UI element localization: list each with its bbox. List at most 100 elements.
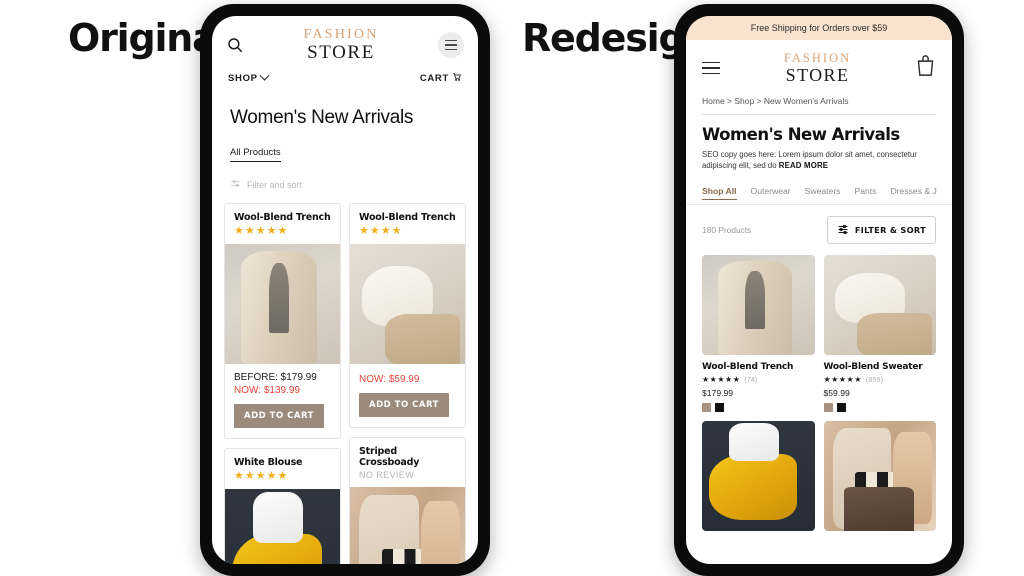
product-card-header: White Blouse ★★★★★ [225, 449, 340, 489]
filter-and-sort-label: Filter and sort [247, 179, 303, 190]
logo-line-1: FASHION [783, 51, 852, 65]
review-count: (859) [865, 375, 884, 385]
original-product-grid: Wool-Blend Trench ★★★★★ BEFORE: $179.99 … [212, 191, 478, 564]
product-rating-stars: ★★★★★ [702, 374, 741, 384]
product-image[interactable] [225, 489, 340, 564]
comparison-stage: Original Redesign FASHION STORE SHOP CAR… [0, 0, 1024, 576]
original-screen: FASHION STORE SHOP CART Women's New Arri… [212, 16, 478, 564]
product-image[interactable] [823, 421, 936, 532]
logo-line-2: STORE [785, 64, 850, 85]
tab-pants[interactable]: Pants [854, 186, 876, 197]
redesign-top-bar: FASHION STORE [686, 40, 952, 90]
product-rating: ★★★★★ (74) [702, 375, 815, 384]
hamburger-bar [445, 44, 457, 46]
product-image[interactable] [350, 487, 465, 564]
hamburger-bar [445, 48, 457, 51]
product-card[interactable]: Wool-Blend Trench ★★★★★ (74) $179.99 [702, 255, 815, 413]
product-image[interactable] [823, 255, 936, 356]
review-count: (74) [744, 375, 758, 385]
logo-line-2: STORE [307, 42, 375, 63]
filter-and-sort-control[interactable]: Filter and sort [212, 162, 478, 191]
product-image[interactable] [225, 244, 340, 364]
nav-shop[interactable]: SHOP [228, 70, 270, 84]
product-image[interactable] [702, 255, 815, 356]
tab-all-products[interactable]: All Products [230, 147, 281, 162]
product-image[interactable] [702, 421, 815, 532]
nav-cart-label: CART [419, 73, 449, 84]
results-bar: 180 Products FILTER & SORT [686, 205, 952, 245]
store-logo[interactable]: FASHION STORE [244, 27, 438, 63]
search-icon[interactable] [226, 36, 244, 54]
add-to-cart-button[interactable]: ADD TO CART [234, 404, 324, 428]
read-more-link[interactable]: READ MORE [779, 161, 828, 170]
hamburger-bar [445, 39, 457, 42]
no-review-label: NO REVIEW [359, 470, 415, 480]
product-name: Wool-Blend Sweater [823, 362, 923, 373]
product-card[interactable]: Striped Crossboady NO REVIEW [349, 437, 466, 564]
product-card[interactable]: Wool-Blend Sweater ★★★★★ (859) $59.99 [823, 255, 937, 413]
store-logo[interactable]: FASHION STORE [720, 52, 915, 84]
nav-cart[interactable]: CART [420, 72, 462, 85]
cart-icon [452, 72, 462, 85]
tab-sweaters[interactable]: Sweaters [805, 186, 841, 197]
product-name: Wool-Blend Trench [702, 362, 794, 373]
product-price: $59.99 [823, 388, 850, 399]
color-swatch-black[interactable] [836, 403, 846, 413]
original-nav-row: SHOP CART [212, 62, 478, 85]
filter-and-sort-button[interactable]: FILTER & SORT [826, 216, 936, 245]
hamburger-icon[interactable] [702, 61, 720, 74]
product-card-body: NOW: $59.99 ADD TO CART [350, 364, 465, 427]
product-price: $179.99 [702, 388, 734, 399]
product-name: White Blouse [234, 457, 303, 468]
tab-outerwear[interactable]: Outerwear [751, 186, 791, 197]
product-name: Striped Crossboady [359, 446, 420, 468]
phone-mockup-original: FASHION STORE SHOP CART Women's New Arri… [200, 4, 490, 576]
price-now: NOW: $139.99 [234, 385, 300, 396]
chevron-down-icon [259, 70, 270, 81]
product-rating-stars: ★★★★★ [234, 225, 289, 237]
promo-banner: Free Shipping for Orders over $59 [686, 16, 952, 40]
product-column-right: Wool-Blend Trench ★★★★ NOW: $59.99 ADD T… [349, 203, 466, 564]
tab-shop-all[interactable]: Shop All [702, 186, 737, 201]
product-column-left: Wool-Blend Trench ★★★★★ BEFORE: $179.99 … [224, 203, 341, 564]
color-swatch-black[interactable] [715, 403, 724, 413]
logo-line-1: FASHION [303, 27, 379, 42]
nav-shop-label: SHOP [228, 73, 258, 84]
product-card[interactable]: Wool-Blend Trench ★★★★★ BEFORE: $179.99 … [224, 203, 341, 439]
product-count: 180 Products [702, 225, 752, 236]
color-swatch-taupe[interactable] [823, 403, 833, 413]
filter-sliders-icon [230, 178, 241, 191]
tab-dresses[interactable]: Dresses & J [890, 186, 936, 197]
product-card[interactable] [823, 421, 936, 532]
filter-sliders-icon [837, 223, 849, 237]
product-card-header: Wool-Blend Trench ★★★★ [350, 204, 465, 244]
color-swatch-taupe[interactable] [702, 403, 711, 413]
product-card[interactable] [702, 421, 815, 532]
shopping-bag-icon[interactable] [915, 54, 936, 82]
hamburger-bar [702, 72, 720, 74]
product-card[interactable]: White Blouse ★★★★★ [224, 448, 341, 564]
filter-and-sort-label: FILTER & SORT [854, 225, 926, 236]
price-now: NOW: $59.99 [359, 374, 420, 385]
breadcrumb[interactable]: Home > Shop > New Women's Arrivals [686, 90, 952, 106]
seo-copy: SEO copy goes here: Lorem ipsum dolor si… [686, 144, 952, 172]
hamburger-bar [702, 67, 720, 69]
redesign-screen: Free Shipping for Orders over $59 FASHIO… [686, 16, 952, 564]
color-swatches [823, 403, 937, 413]
hamburger-bar [702, 61, 720, 63]
original-top-bar: FASHION STORE [212, 16, 478, 62]
product-rating-stars: ★★★★★ [823, 374, 862, 384]
category-tabs: Shop All Outerwear Sweaters Pants Dresse… [686, 177, 952, 206]
page-title: Women's New Arrivals [230, 107, 414, 128]
add-to-cart-button[interactable]: ADD TO CART [359, 393, 449, 417]
product-card-header: Wool-Blend Trench ★★★★★ [225, 204, 340, 244]
product-rating: ★★★★★ (859) [824, 375, 937, 384]
product-card-header: Striped Crossboady NO REVIEW [350, 438, 465, 487]
product-image[interactable] [350, 244, 465, 364]
hamburger-icon[interactable] [438, 32, 464, 58]
product-card-body: BEFORE: $179.99 NOW: $139.99 ADD TO CART [225, 364, 340, 438]
color-swatches [702, 403, 815, 413]
page-title: Women's New Arrivals [702, 124, 900, 144]
price-before: BEFORE: $179.99 [234, 372, 317, 383]
product-card[interactable]: Wool-Blend Trench ★★★★ NOW: $59.99 ADD T… [349, 203, 466, 428]
